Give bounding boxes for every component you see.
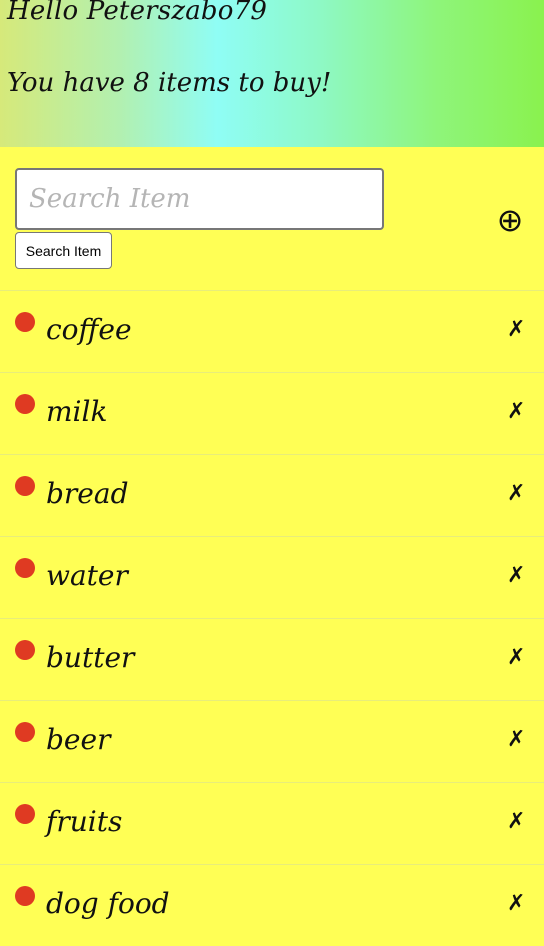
status-dot-icon[interactable] <box>15 804 35 824</box>
delete-icon[interactable]: ✗ <box>507 725 529 755</box>
search-area: Search Item ⊕ <box>0 147 544 290</box>
delete-icon[interactable]: ✗ <box>507 643 529 673</box>
delete-icon[interactable]: ✗ <box>507 561 529 591</box>
status-dot-icon[interactable] <box>15 394 35 414</box>
delete-icon[interactable]: ✗ <box>507 315 529 345</box>
item-name: fruits <box>46 805 123 838</box>
item-name: beer <box>46 723 111 756</box>
list-item: milk ✗ <box>0 372 544 454</box>
status-dot-icon[interactable] <box>15 476 35 496</box>
list-item: bread ✗ <box>0 454 544 536</box>
delete-icon[interactable]: ✗ <box>507 889 529 919</box>
status-dot-icon[interactable] <box>15 558 35 578</box>
item-name: milk <box>46 395 108 428</box>
shopping-list: coffee ✗ milk ✗ bread ✗ water ✗ butter ✗… <box>0 290 544 946</box>
status-dot-icon[interactable] <box>15 722 35 742</box>
list-item: beer ✗ <box>0 700 544 782</box>
add-item-icon[interactable]: ⊕ <box>494 200 526 240</box>
list-item: water ✗ <box>0 536 544 618</box>
list-item: dog food ✗ <box>0 864 544 946</box>
item-name: coffee <box>46 313 132 346</box>
search-input[interactable] <box>15 168 384 230</box>
search-button[interactable]: Search Item <box>15 232 112 269</box>
items-count-text: You have 8 items to buy! <box>7 68 332 98</box>
greeting-text: Hello Peterszabo79 <box>7 0 268 26</box>
delete-icon[interactable]: ✗ <box>507 397 529 427</box>
item-name: water <box>46 559 128 592</box>
item-name: dog food <box>46 887 170 920</box>
header: Hello Peterszabo79 You have 8 items to b… <box>0 0 544 147</box>
list-item: butter ✗ <box>0 618 544 700</box>
status-dot-icon[interactable] <box>15 640 35 660</box>
delete-icon[interactable]: ✗ <box>507 479 529 509</box>
status-dot-icon[interactable] <box>15 312 35 332</box>
list-item: fruits ✗ <box>0 782 544 864</box>
item-name: bread <box>46 477 129 510</box>
status-dot-icon[interactable] <box>15 886 35 906</box>
list-item: coffee ✗ <box>0 290 544 372</box>
delete-icon[interactable]: ✗ <box>507 807 529 837</box>
item-name: butter <box>46 641 135 674</box>
